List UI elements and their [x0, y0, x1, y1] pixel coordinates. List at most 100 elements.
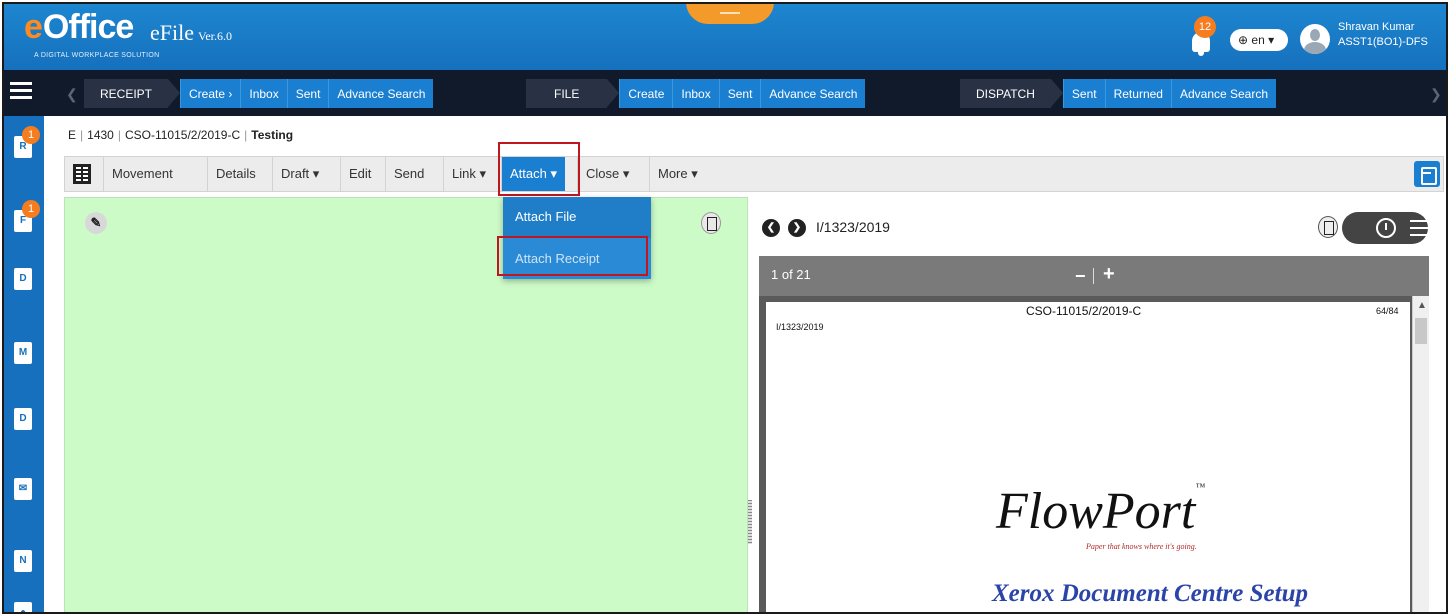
file-nav-group: FILE Create Inbox Sent Advance Search [526, 79, 866, 108]
history-icon[interactable] [1376, 218, 1396, 238]
nav-file-create[interactable]: Create [619, 79, 673, 108]
page-indicator: 1 of 21 [771, 267, 811, 282]
sidebar-item-file[interactable]: F1 [12, 200, 40, 236]
notice-icon: N [14, 550, 32, 572]
nav-receipt-advance-search[interactable]: Advance Search [328, 79, 434, 108]
sidebar: R1 F1 D M D ✉ N ● [4, 116, 44, 612]
nav-receipt-inbox[interactable]: Inbox [240, 79, 287, 108]
logo-office: Office [42, 8, 134, 46]
flowport-tagline: Paper that knows where it's going. [1086, 542, 1197, 551]
sidebar-badge: 1 [22, 200, 40, 218]
app-window: eOffice A DIGITAL WORKPLACE SOLUTION eFi… [2, 2, 1448, 614]
zoom-divider [1093, 268, 1094, 284]
nav-file-sent[interactable]: Sent [718, 79, 761, 108]
nav-file-inbox[interactable]: Inbox [672, 79, 719, 108]
sidebar-badge: 1 [22, 126, 40, 144]
pane-splitter[interactable] [748, 500, 752, 544]
breadcrumb: E | 1430 | CSO-11015/2/2019-C | Testing [64, 128, 297, 142]
nav-receipt-create[interactable]: Create › [180, 79, 241, 108]
movement-icon: M [14, 342, 32, 364]
main-nav: ❮ ❯ RECEIPT Create › Inbox Sent Advance … [4, 70, 1446, 116]
document-id: I/1323/2019 [816, 219, 890, 235]
dispatch-icon: D [14, 268, 32, 290]
crumb-subject: Testing [251, 128, 294, 142]
next-document-icon[interactable]: ❯ [788, 219, 806, 237]
app-header: eOffice A DIGITAL WORKPLACE SOLUTION eFi… [4, 4, 1446, 70]
add-note-icon[interactable]: ✎ [85, 212, 107, 234]
attach-receipt-highlight-box [497, 236, 648, 276]
chevron-down-icon: ▾ [1264, 33, 1275, 47]
sidebar-item-user[interactable]: ● [12, 600, 36, 612]
nav-receipt-label[interactable]: RECEIPT [84, 79, 181, 108]
zoom-in-button[interactable]: + [1103, 263, 1115, 286]
pdf-toolbar: 1 of 21 − + [759, 256, 1429, 296]
sidebar-item-envelope[interactable]: ✉ [12, 476, 36, 504]
user-avatar[interactable] [1300, 24, 1330, 54]
user-name: Shravan Kumar [1338, 21, 1415, 33]
dashboard-icon: D [14, 408, 32, 430]
scroll-thumb[interactable] [1415, 318, 1427, 344]
file-toolbar: Movement Details Draft ▾ Edit Send Link … [64, 156, 1444, 192]
more-button[interactable]: More ▾ [649, 157, 706, 191]
app-title: eFile [150, 20, 194, 45]
link-button[interactable]: Link ▾ [443, 157, 494, 191]
user-role: ASST1(BO1)-DFS [1338, 36, 1428, 48]
nav-dispatch-advance-search[interactable]: Advance Search [1170, 79, 1277, 108]
fit-page-icon[interactable] [1318, 216, 1338, 238]
user-info[interactable]: Shravan Kumar ASST1(BO1)-DFS [1338, 20, 1428, 50]
eoffice-logo: eOffice A DIGITAL WORKPLACE SOLUTION [24, 8, 159, 59]
globe-icon: ⊕ [1238, 33, 1252, 47]
dispatch-nav-group: DISPATCH Sent Returned Advance Search [960, 79, 1277, 108]
draft-button[interactable]: Draft ▾ [272, 157, 327, 191]
crumb-file-no: CSO-11015/2/2019-C [124, 128, 241, 142]
nav-dispatch-sent[interactable]: Sent [1062, 79, 1105, 108]
notification-count-badge: 12 [1194, 16, 1216, 38]
sidebar-item-dashboard[interactable]: D [12, 406, 36, 434]
zoom-out-button[interactable]: − [1075, 266, 1086, 287]
document-heading: Xerox Document Centre Setup [992, 580, 1308, 607]
sidebar-item-notice[interactable]: N [12, 548, 36, 576]
nav-receipt-sent[interactable]: Sent [286, 79, 329, 108]
list-menu-icon[interactable] [1410, 220, 1434, 241]
attach-file-menu-item[interactable]: Attach File [503, 197, 651, 237]
previous-document-icon[interactable]: ❮ [762, 219, 780, 237]
hamburger-menu-icon[interactable] [10, 82, 32, 102]
logo-tagline: A DIGITAL WORKPLACE SOLUTION [34, 52, 160, 59]
viewer-options-toggle[interactable] [1342, 212, 1434, 244]
nav-dispatch-label[interactable]: DISPATCH [960, 79, 1063, 108]
file-view-icon[interactable] [73, 164, 91, 184]
app-version: Ver.6.0 [198, 29, 232, 43]
crumb-type: E [68, 128, 77, 142]
page-reference: I/1323/2019 [776, 322, 824, 332]
details-button[interactable]: Details [207, 157, 264, 191]
language-selector[interactable]: ⊕ en ▾ [1230, 29, 1288, 51]
sidebar-item-receipt[interactable]: R1 [12, 126, 40, 162]
header-pull-tab[interactable] [686, 4, 774, 24]
nav-file-label[interactable]: FILE [526, 79, 620, 108]
nav-dispatch-returned[interactable]: Returned [1104, 79, 1171, 108]
logo-e: e [24, 8, 43, 46]
collapse-pane-icon[interactable] [701, 212, 721, 234]
pdf-scrollbar[interactable]: ▲ [1412, 296, 1429, 612]
sidebar-item-dispatch[interactable]: D [12, 266, 36, 294]
nav-scroll-left-icon[interactable]: ❮ [66, 86, 78, 103]
flowport-logo: FlowPort™ [996, 482, 1205, 541]
language-value: en [1251, 33, 1265, 47]
nav-file-advance-search[interactable]: Advance Search [760, 79, 866, 108]
crumb-number: 1430 [87, 128, 114, 142]
movement-button[interactable]: Movement [103, 157, 181, 191]
attach-highlight-box [498, 142, 580, 196]
scroll-up-icon[interactable]: ▲ [1417, 300, 1427, 311]
page-number: 64/84 [1376, 306, 1399, 316]
close-button[interactable]: Close ▾ [577, 157, 637, 191]
envelope-icon: ✉ [14, 478, 32, 500]
print-icon[interactable] [1414, 161, 1440, 187]
user-icon: ● [14, 602, 32, 612]
flowport-brand: FlowPort [996, 483, 1196, 540]
edit-button[interactable]: Edit [340, 157, 379, 191]
send-button[interactable]: Send [385, 157, 432, 191]
receipt-nav-group: RECEIPT Create › Inbox Sent Advance Sear… [84, 79, 434, 108]
app-name: eFile Ver.6.0 [150, 20, 232, 46]
sidebar-item-movement[interactable]: M [12, 340, 36, 368]
nav-scroll-right-icon[interactable]: ❯ [1430, 86, 1442, 103]
